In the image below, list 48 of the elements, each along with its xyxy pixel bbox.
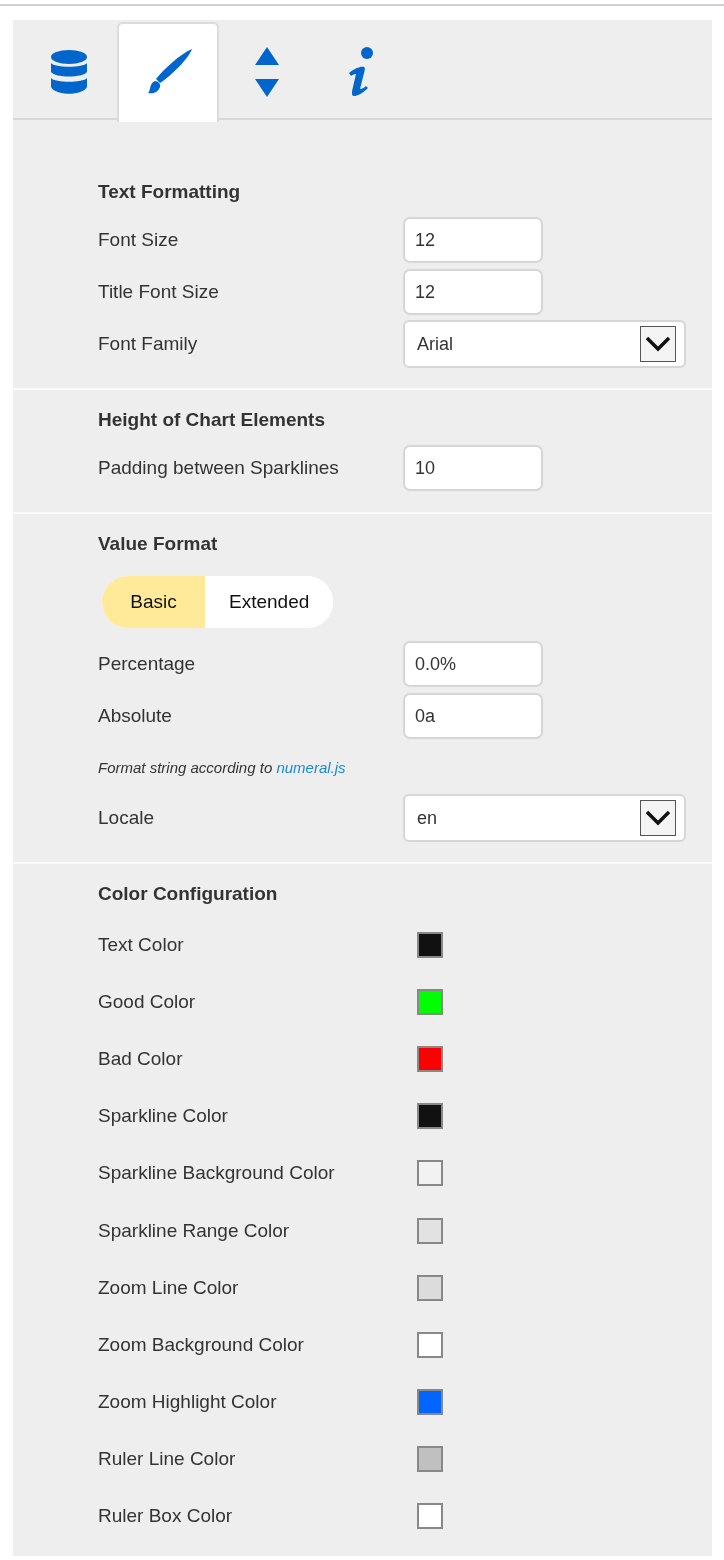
sort-icon [255,47,279,97]
field-label: Locale [98,807,155,829]
input-field[interactable]: 12 [403,269,543,315]
field-label: Absolute [98,705,173,727]
tab[interactable] [117,22,219,122]
chevron-down-icon [640,800,676,836]
chevron-down-icon [640,326,676,362]
section-heading: Text Formatting [98,180,242,204]
field-label: Text Color [98,933,185,956]
field-label: Ruler Line Color [98,1448,237,1471]
field-label: Percentage [98,653,197,675]
color-swatch[interactable] [417,1045,443,1072]
field-label: Zoom Highlight Color [98,1391,278,1414]
color-swatch[interactable] [417,1274,443,1301]
field-label: Font Size [98,229,180,251]
section-heading: Value Format [98,532,219,556]
segment-button[interactable]: Basic [102,576,205,628]
field-label: Padding between Sparklines [98,457,340,479]
help-text: Format string according to numeral.js [98,758,346,776]
section-heading: Height of Chart Elements [98,408,326,432]
color-swatch[interactable] [417,1446,443,1473]
field-label: Bad Color [98,1047,184,1070]
field-label: Sparkline Range Color [98,1219,291,1242]
field-label: Sparkline Color [98,1105,229,1128]
color-swatch[interactable] [417,1160,443,1187]
info-icon [348,47,374,97]
color-swatch[interactable] [417,1503,443,1530]
database-icon [51,49,87,95]
dropdown[interactable]: en [403,794,686,842]
section-heading: Color Configuration [98,882,279,906]
color-swatch[interactable] [417,1103,443,1130]
field-label: Good Color [98,990,197,1013]
input-field[interactable]: 12 [403,217,543,263]
field-label: Ruler Box Color [98,1505,234,1528]
dropdown[interactable]: Arial [403,320,686,368]
field-label: Font Family [98,333,199,355]
field-label: Zoom Line Color [98,1276,240,1299]
field-label: Zoom Background Color [98,1333,305,1356]
color-swatch[interactable] [417,1331,443,1358]
input-field[interactable]: 0a [403,693,543,739]
input-field[interactable]: 0.0% [403,641,543,687]
input-field[interactable]: 10 [403,445,543,491]
color-swatch[interactable] [417,1389,443,1416]
color-swatch[interactable] [417,1217,443,1244]
field-label: Title Font Size [98,281,220,303]
color-swatch[interactable] [417,931,443,958]
field-label: Sparkline Background Color [98,1162,336,1185]
color-swatch[interactable] [417,988,443,1015]
